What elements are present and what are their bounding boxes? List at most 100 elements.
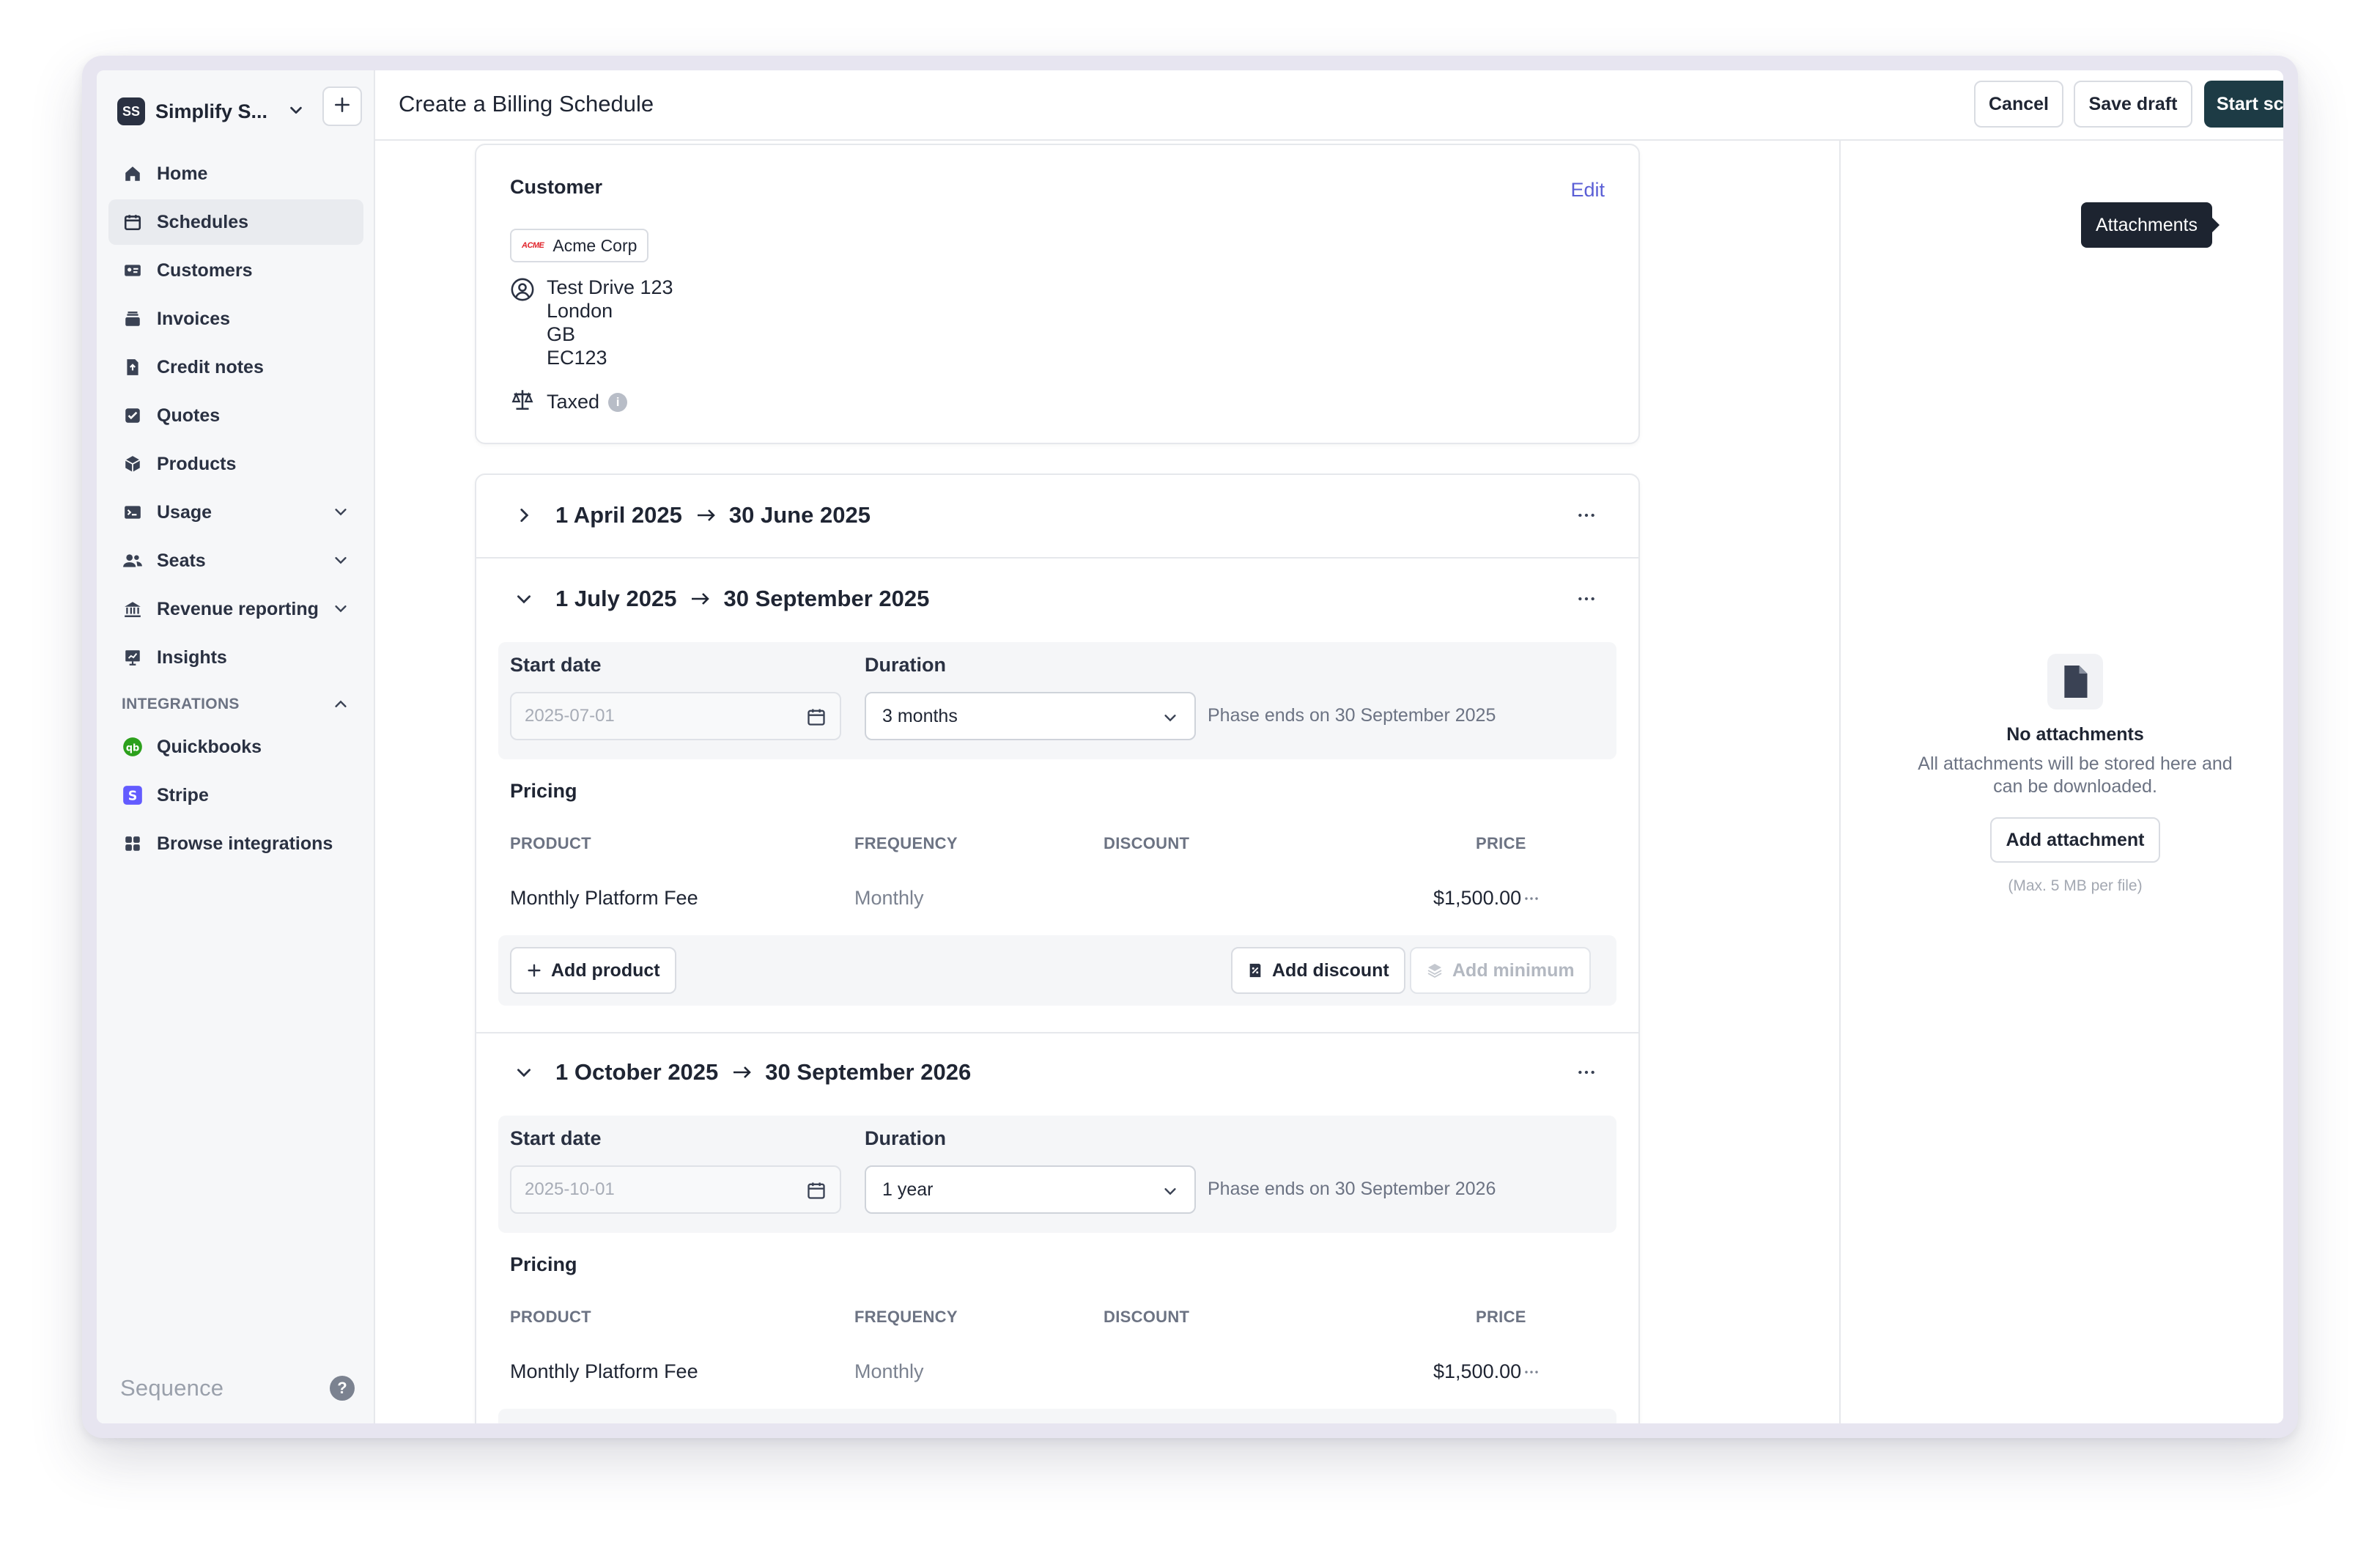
- svg-text:qb: qb: [126, 742, 139, 753]
- save-draft-button[interactable]: Save draft: [2074, 81, 2192, 128]
- layers-icon: [1426, 962, 1444, 979]
- customer-heading: Customer: [510, 176, 603, 198]
- sidebar-item-label: Credit notes: [157, 356, 264, 377]
- arrow-right-icon: [731, 1064, 753, 1081]
- price: $1,500.00: [1433, 887, 1522, 909]
- empty-title: No attachments: [2006, 724, 2144, 745]
- chevron-down-icon: [333, 552, 349, 573]
- phase-header[interactable]: 1 October 2025 30 September 2026: [476, 1032, 1638, 1113]
- add-product-button[interactable]: Add product: [510, 947, 676, 994]
- chevron-down-icon: [333, 504, 349, 525]
- sidebar-item-label: Insights: [157, 646, 227, 668]
- sidebar-item-invoices[interactable]: Invoices: [108, 296, 363, 342]
- sidebar-item-schedules[interactable]: Schedules: [108, 199, 363, 245]
- duration-select[interactable]: 3 months: [865, 692, 1196, 740]
- sidebar-item-revenue-reporting[interactable]: Revenue reporting: [108, 586, 363, 632]
- chevron-right-icon: [514, 506, 536, 525]
- sidebar-item-label: Usage: [157, 501, 212, 523]
- sidebar-item-usage[interactable]: Usage: [108, 490, 363, 535]
- customer-chip[interactable]: ACME Acme Corp: [510, 229, 649, 262]
- invoice-icon: [122, 308, 144, 330]
- pricing-actions: [498, 1409, 1616, 1423]
- column-header: PRICE: [1476, 1308, 1526, 1326]
- customer-card: Customer Edit ACME Acme Corp Test Drive …: [475, 144, 1640, 444]
- sidebar-item-insights[interactable]: Insights: [108, 635, 363, 680]
- sidebar-item-label: Browse integrations: [157, 833, 333, 854]
- create-new-button[interactable]: [322, 86, 362, 126]
- main-nav: Home Schedules Customers Invoices Credit…: [108, 151, 363, 869]
- sidebar-item-quotes[interactable]: Quotes: [108, 393, 363, 438]
- edit-customer-link[interactable]: Edit: [1570, 179, 1605, 202]
- phase-header[interactable]: 1 July 2025 30 September 2025: [476, 559, 1638, 639]
- integrations-section-toggle[interactable]: INTEGRATIONS: [108, 685, 363, 724]
- tax-status-label: Taxed: [547, 391, 600, 413]
- quickbooks-icon: qb: [122, 736, 144, 758]
- more-options-icon[interactable]: [1577, 1063, 1596, 1086]
- duration-select[interactable]: 1 year: [865, 1165, 1196, 1214]
- pricing-actions: Add product Add discount Add minimum: [498, 935, 1616, 1006]
- start-date-value: 2025-10-01: [525, 1179, 615, 1199]
- column-header: FREQUENCY: [854, 834, 958, 852]
- address-line: Test Drive 123: [547, 276, 673, 298]
- phase-ends-text: Phase ends on 30 September 2026: [1208, 1179, 1496, 1199]
- users-icon: [122, 550, 144, 572]
- more-options-icon[interactable]: [1577, 589, 1596, 612]
- grid-icon: [122, 833, 144, 855]
- cancel-button[interactable]: Cancel: [1974, 81, 2063, 128]
- address-line: GB: [547, 323, 576, 345]
- workspace-switcher[interactable]: SS Simplify S...: [117, 91, 311, 132]
- integrations-heading: INTEGRATIONS: [122, 696, 240, 712]
- add-attachment-button[interactable]: Add attachment: [1990, 817, 2160, 863]
- start-date-input[interactable]: 2025-10-01: [510, 1165, 841, 1214]
- address-line: EC123: [547, 347, 607, 369]
- start-date-input[interactable]: 2025-07-01: [510, 692, 841, 740]
- scale-icon: [510, 387, 535, 417]
- attachments-panel: No attachments All attachments will be s…: [1839, 141, 2283, 1423]
- duration-value: 3 months: [882, 705, 958, 726]
- sidebar: SS Simplify S... Home Schedules Customer…: [97, 70, 375, 1423]
- chevron-up-icon: [333, 696, 349, 717]
- add-discount-button[interactable]: Add discount: [1231, 947, 1405, 994]
- add-product-label: Add product: [551, 959, 660, 981]
- info-icon[interactable]: i: [608, 392, 628, 412]
- sidebar-item-products[interactable]: Products: [108, 441, 363, 487]
- plus-icon: [526, 962, 542, 978]
- sidebar-item-label: Home: [157, 163, 208, 184]
- sidebar-item-home[interactable]: Home: [108, 151, 363, 196]
- sidebar-item-seats[interactable]: Seats: [108, 538, 363, 583]
- brand-logo: Sequence: [120, 1375, 224, 1401]
- chevron-down-icon: [514, 589, 536, 608]
- attachments-empty-state: No attachments All attachments will be s…: [1841, 654, 2283, 895]
- acme-logo: ACME: [522, 241, 544, 250]
- row-more-icon[interactable]: [1523, 1363, 1540, 1385]
- sidebar-item-label: Quickbooks: [157, 736, 262, 757]
- chevron-down-icon: [514, 1063, 536, 1082]
- sidebar-item-customers[interactable]: Customers: [108, 248, 363, 293]
- more-options-icon[interactable]: [1577, 506, 1596, 528]
- page-header: Create a Billing Schedule Cancel Save dr…: [375, 70, 2283, 141]
- plus-icon: [333, 95, 352, 118]
- sidebar-item-browse-integrations[interactable]: Browse integrations: [108, 821, 363, 866]
- start-schedule-button[interactable]: Start schedule: [2204, 81, 2283, 128]
- sidebar-item-stripe[interactable]: S Stripe: [108, 773, 363, 818]
- add-discount-label: Add discount: [1272, 959, 1389, 981]
- help-icon[interactable]: ?: [330, 1376, 355, 1401]
- sidebar-item-label: Products: [157, 453, 237, 474]
- phase-settings: Start date Duration 2025-10-01 1 year Ph…: [498, 1116, 1616, 1233]
- address-icon: [510, 277, 535, 369]
- add-minimum-button[interactable]: Add minimum: [1410, 947, 1591, 994]
- phase-header[interactable]: 1 April 2025 30 June 2025: [476, 475, 1638, 556]
- row-more-icon[interactable]: [1523, 890, 1540, 911]
- sidebar-item-credit-notes[interactable]: Credit notes: [108, 344, 363, 390]
- cube-icon: [122, 453, 144, 475]
- address-line: London: [547, 300, 613, 322]
- column-header: PRODUCT: [510, 834, 591, 852]
- quote-icon: [122, 405, 144, 427]
- tax-status: Taxed i: [510, 387, 628, 417]
- column-header: PRODUCT: [510, 1308, 591, 1326]
- customer-name: Acme Corp: [552, 235, 638, 255]
- phase-start: 1 July 2025: [555, 586, 677, 611]
- product-name: Monthly Platform Fee: [510, 887, 698, 909]
- duration-label: Duration: [865, 1127, 946, 1149]
- sidebar-item-quickbooks[interactable]: qb Quickbooks: [108, 724, 363, 770]
